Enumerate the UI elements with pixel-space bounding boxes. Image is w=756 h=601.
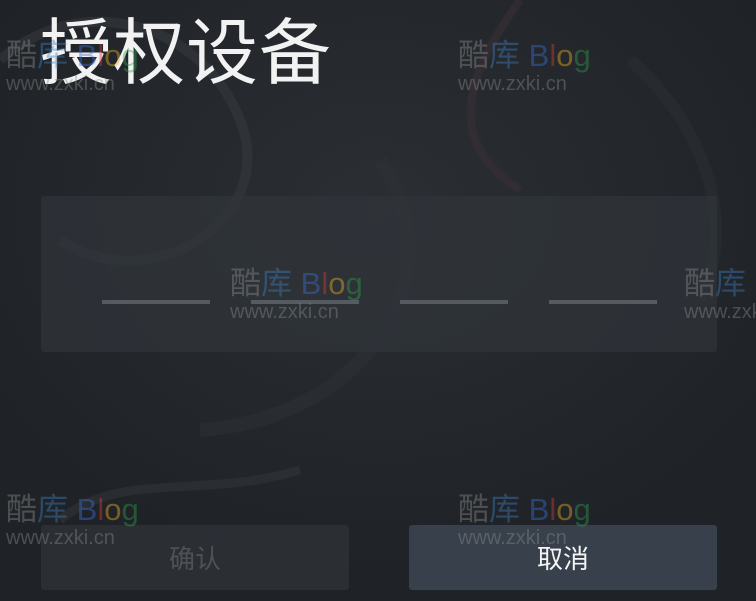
watermark: 酷库 Blog www.zxki.cn <box>458 38 591 96</box>
confirm-button-label: 确认 <box>168 545 221 575</box>
code-slot-1[interactable] <box>102 300 210 304</box>
code-slot-2[interactable] <box>251 300 359 304</box>
confirm-button[interactable]: 确认 <box>41 525 349 590</box>
cancel-button[interactable]: 取消 <box>409 525 717 590</box>
page-title: 授权设备 <box>40 11 333 95</box>
cancel-button-label: 取消 <box>536 545 589 575</box>
code-slot-3[interactable] <box>400 300 508 304</box>
code-slot-4[interactable] <box>549 300 657 304</box>
device-code-panel <box>41 196 717 352</box>
